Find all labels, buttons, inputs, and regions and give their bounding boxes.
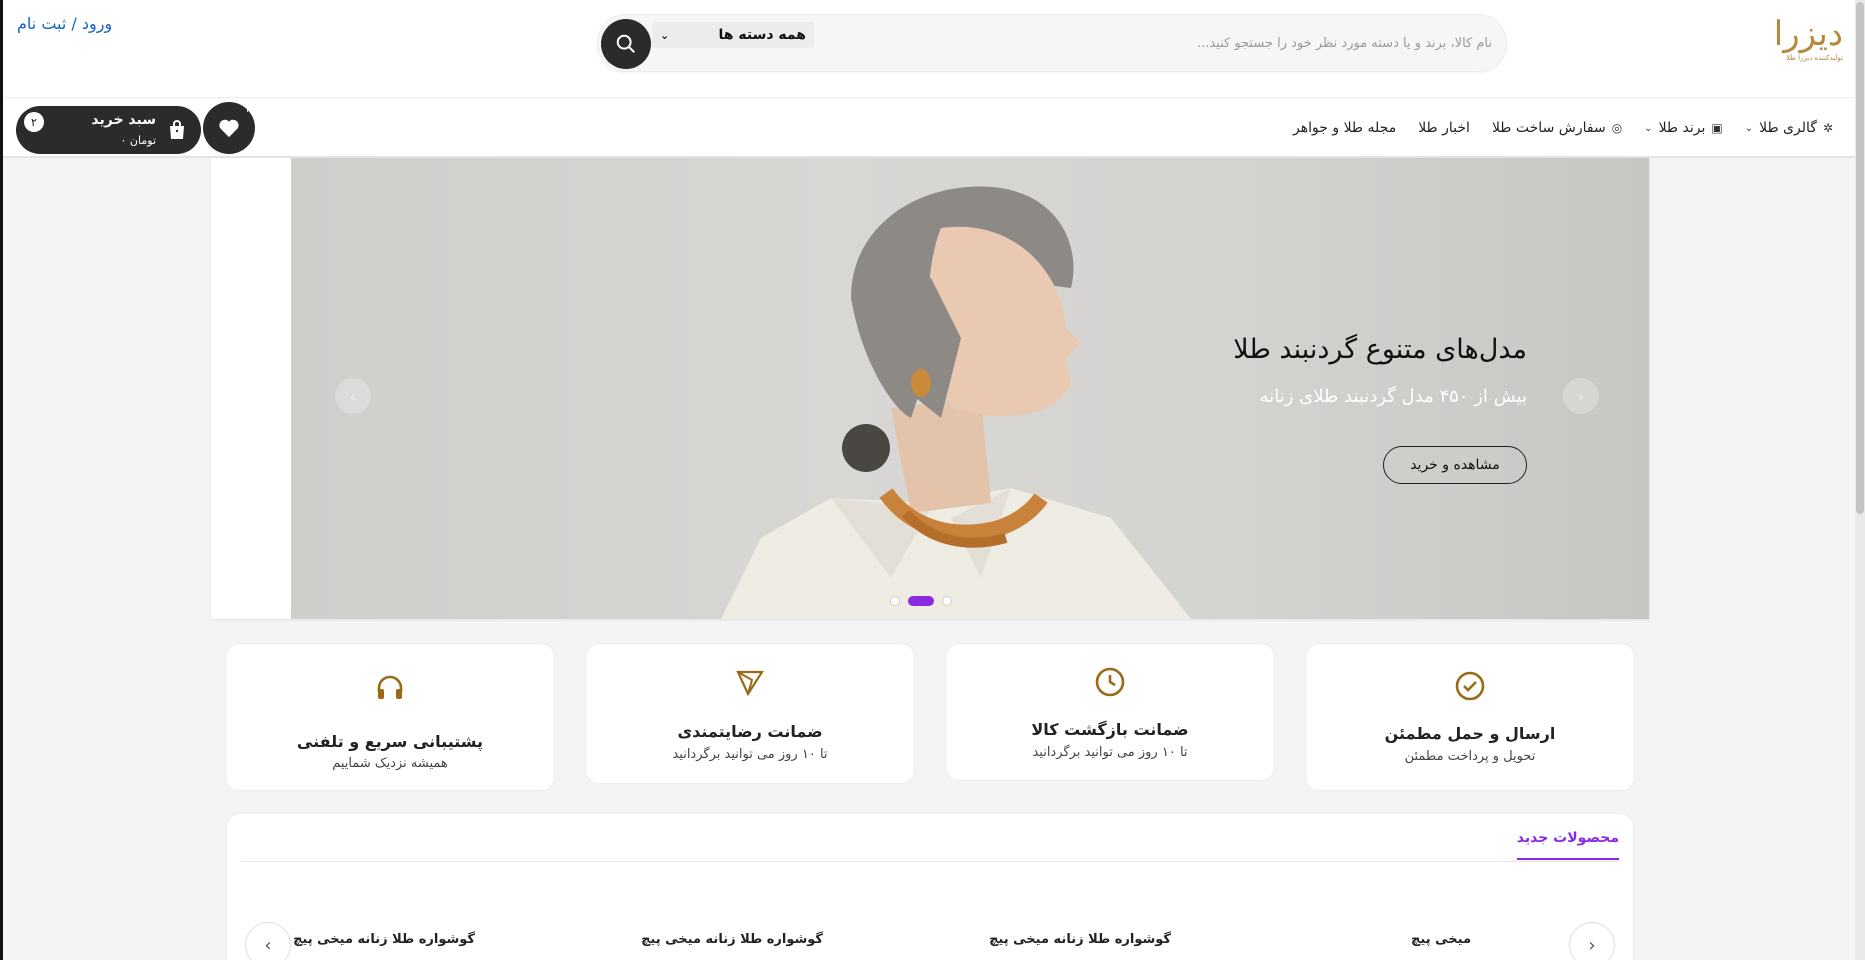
slider-dot[interactable] — [942, 596, 952, 606]
feature-subtitle: تحویل و پرداخت مطمئن — [1404, 749, 1536, 764]
products-next-button[interactable]: › — [1569, 922, 1615, 960]
site-logo[interactable]: دیزرا تولیدکننده دیزرا طلا — [1773, 14, 1843, 64]
feature-card-satisfaction: ضمانت رضایتمندی تا ۱۰ روز می توانید برگر… — [585, 643, 915, 784]
wishlist-button[interactable]: ۲ — [203, 102, 255, 154]
nav-item-custom-order[interactable]: ◎ سفارش ساخت طلا — [1492, 120, 1622, 136]
feature-subtitle: همیشه نزدیک شماییم — [332, 756, 448, 771]
nav-item-label: سفارش ساخت طلا — [1491, 120, 1606, 136]
hero-slider: مدل‌های متنوع گردنبند طلا بیش از ۴۵۰ مدل… — [211, 158, 1649, 619]
nav-menu: ✲ گالری طلا ⌄ ▣ برند طلا ⌄ ◎ سفارش ساخت … — [1293, 98, 1833, 158]
products-prev-button[interactable]: ‹ — [245, 922, 291, 960]
product-card-title[interactable]: میخی پیچ — [1411, 932, 1471, 947]
nav-item-label: گالری طلا — [1759, 120, 1817, 136]
tab-new-products[interactable]: محصولات جدید — [1516, 830, 1619, 860]
nav-item-label: مجله طلا و جواهر — [1293, 120, 1397, 136]
main-nav: ✲ گالری طلا ⌄ ▣ برند طلا ⌄ ◎ سفارش ساخت … — [3, 98, 1855, 158]
cart-total: تومان ۰ — [120, 134, 156, 147]
slider-dot-active[interactable] — [908, 596, 934, 606]
scrollbar-thumb[interactable] — [1856, 2, 1864, 514]
headset-icon — [377, 675, 403, 699]
feature-subtitle: تا ۱۰ روز می توانید برگردانید — [1032, 745, 1188, 760]
feature-title: ضمانت بازگشت کالا — [1031, 720, 1189, 739]
nav-item-gold-brand[interactable]: ▣ برند طلا ⌄ — [1644, 120, 1723, 136]
product-card-title[interactable]: گوشواره طلا زنانه میخی پیچ — [293, 932, 475, 947]
feature-card-shipping: ارسال و حمل مطمئن تحویل و پرداخت مطمئن — [1305, 643, 1635, 791]
paper-plane-icon — [736, 670, 765, 697]
nav-item-gold-news[interactable]: اخبار طلا — [1418, 120, 1470, 136]
login-register-link[interactable]: ورود / ثبت نام — [17, 14, 112, 33]
wishlist-count-badge: ۲ — [245, 104, 251, 115]
search-button[interactable] — [601, 19, 651, 69]
feature-card-support: پشتیبانی سریع و تلفنی همیشه نزدیک شماییم — [225, 643, 555, 791]
chevron-down-icon: ⌄ — [660, 28, 670, 42]
chevron-down-icon: ⌄ — [1744, 122, 1754, 134]
product-card-title[interactable]: گوشواره طلا زنانه میخی پیچ — [989, 932, 1171, 947]
page: دیزرا تولیدکننده دیزرا طلا همه دسته ها ⌄… — [0, 0, 1865, 960]
new-products-section: محصولات جدید میخی پیچ گوشواره طلا زنانه … — [226, 813, 1634, 960]
store-icon: ▣ — [1711, 121, 1723, 135]
feature-title: پشتیبانی سریع و تلفنی — [296, 732, 484, 751]
search-icon — [616, 34, 635, 53]
chevron-right-icon: › — [1577, 386, 1585, 406]
nav-item-jewelry-magazine[interactable]: مجله طلا و جواهر — [1293, 120, 1396, 136]
cart-count-badge: ۲ — [24, 112, 44, 132]
logo-text: دیزرا — [1773, 14, 1843, 54]
slider-next-button[interactable]: › — [1563, 378, 1599, 414]
chevron-right-icon: › — [1588, 934, 1596, 956]
slider-pagination — [890, 596, 952, 606]
feature-card-return: ضمانت بازگشت کالا تا ۱۰ روز می توانید بر… — [945, 643, 1275, 781]
nav-item-label: اخبار طلا — [1418, 120, 1470, 136]
sparkle-icon: ✲ — [1822, 121, 1833, 135]
nav-item-label: برند طلا — [1658, 120, 1706, 136]
search-category-label: همه دسته ها — [718, 27, 806, 43]
cart-button[interactable]: ۲ سبد خرید تومان ۰ — [16, 106, 201, 154]
hero-title: مدل‌های متنوع گردنبند طلا — [1233, 334, 1527, 365]
hero-image: مدل‌های متنوع گردنبند طلا بیش از ۴۵۰ مدل… — [291, 158, 1649, 619]
cart-label: سبد خرید — [91, 112, 156, 128]
hero-shop-button[interactable]: مشاهده و خرید — [1383, 446, 1527, 484]
search-bar: همه دسته ها ⌄ — [597, 14, 1507, 72]
check-circle-icon — [1455, 671, 1485, 701]
tab-divider — [241, 861, 1619, 862]
logo-subtitle: تولیدکننده دیزرا طلا — [1786, 54, 1843, 62]
shopping-bag-icon — [170, 120, 184, 139]
search-input[interactable] — [842, 31, 1492, 55]
feature-title: ضمانت رضایتمندی — [677, 722, 823, 741]
heart-icon — [219, 119, 239, 138]
scrollbar[interactable] — [1855, 0, 1865, 960]
chevron-left-icon: ‹ — [349, 386, 357, 406]
nav-item-gold-gallery[interactable]: ✲ گالری طلا ⌄ — [1745, 120, 1833, 136]
hero-subtitle: بیش از ۴۵۰ مدل گردنبند طلای زنانه — [1259, 386, 1527, 407]
chevron-down-icon: ⌄ — [1644, 122, 1653, 134]
search-category-select[interactable]: همه دسته ها ⌄ — [652, 22, 814, 48]
feature-subtitle: تا ۱۰ روز می توانید برگردانید — [672, 747, 828, 762]
product-card-title[interactable]: گوشواره طلا زنانه میخی پیچ — [641, 932, 823, 947]
slider-prev-button[interactable]: ‹ — [335, 378, 371, 414]
ring-icon: ◎ — [1611, 121, 1623, 135]
feature-title: ارسال و حمل مطمئن — [1384, 724, 1556, 743]
chevron-left-icon: ‹ — [264, 934, 272, 956]
slider-dot[interactable] — [890, 596, 900, 606]
site-header: دیزرا تولیدکننده دیزرا طلا همه دسته ها ⌄… — [3, 0, 1855, 98]
clock-icon — [1095, 667, 1125, 697]
